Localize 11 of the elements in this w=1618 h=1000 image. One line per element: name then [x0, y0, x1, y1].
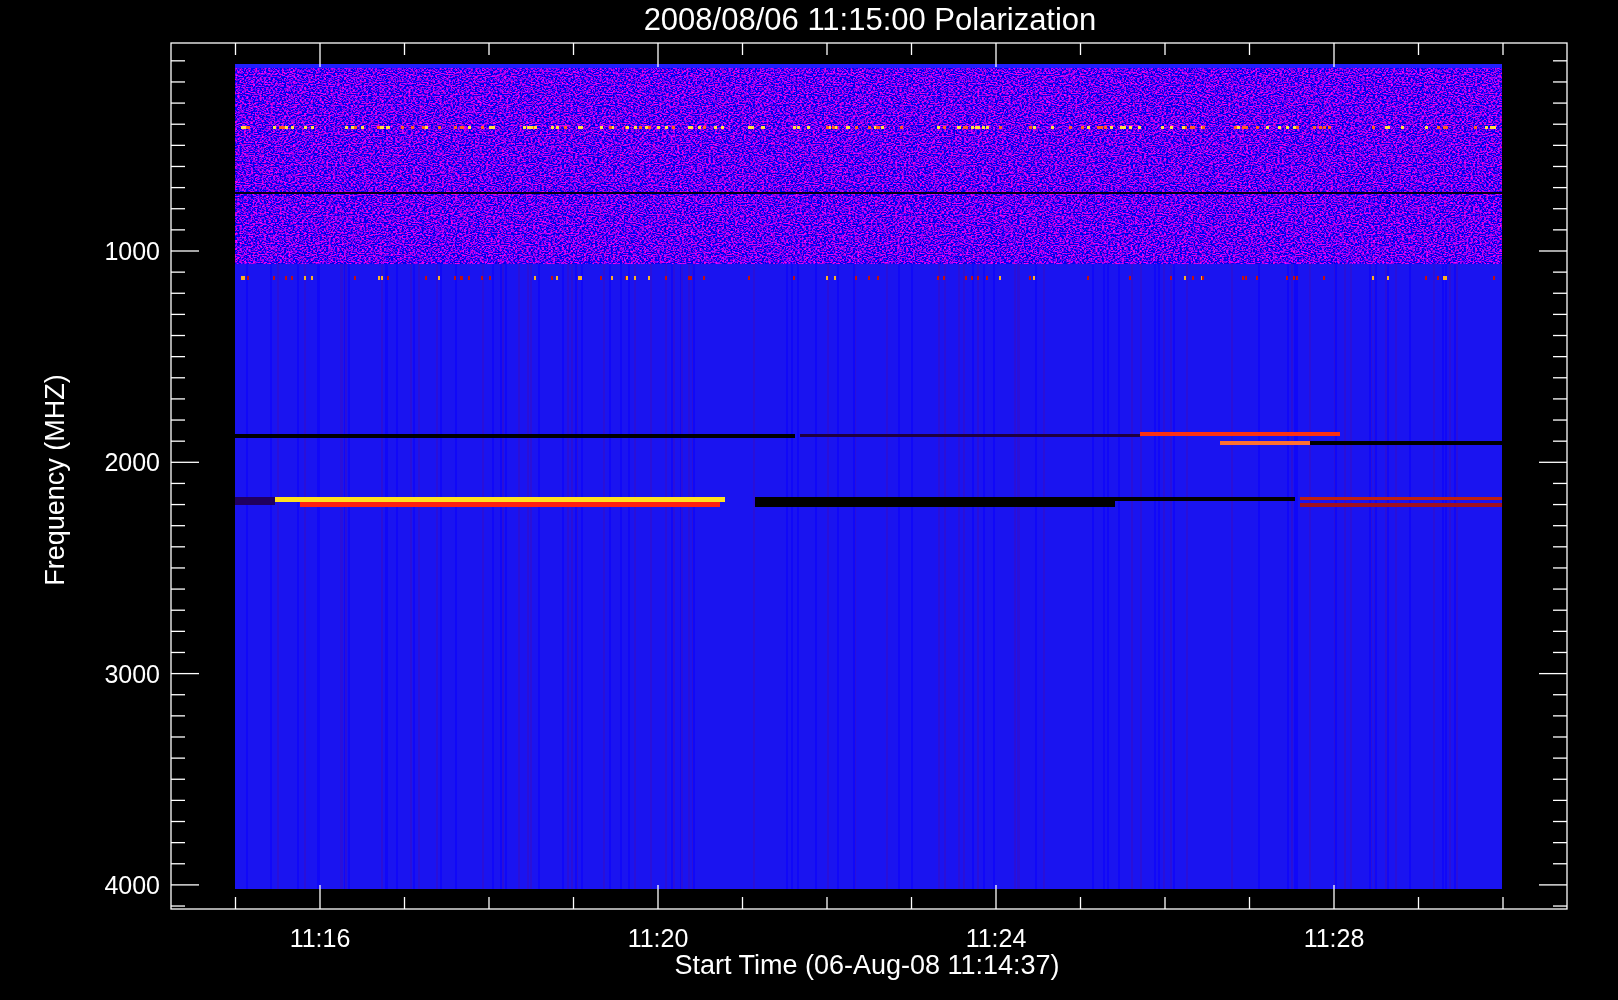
axis-tick-label: 2000	[104, 448, 160, 477]
axis-tick-label: 3000	[104, 659, 160, 688]
axis-title: Frequency (MHZ)	[40, 374, 70, 586]
axis-tick-label: 11:24	[965, 924, 1027, 952]
axis-title: Start Time (06-Aug-08 11:14:37)	[674, 950, 1060, 980]
axis-tick-label: 11:16	[289, 924, 351, 952]
axis-tick-label: 4000	[104, 870, 160, 899]
axis-tick-label: 1000	[104, 237, 160, 265]
chart-title: 2008/08/06 11:15:00 Polarization	[643, 2, 1097, 37]
axis-tick-label: 11:28	[1303, 924, 1365, 952]
axis-tick-label: 11:20	[627, 924, 689, 952]
